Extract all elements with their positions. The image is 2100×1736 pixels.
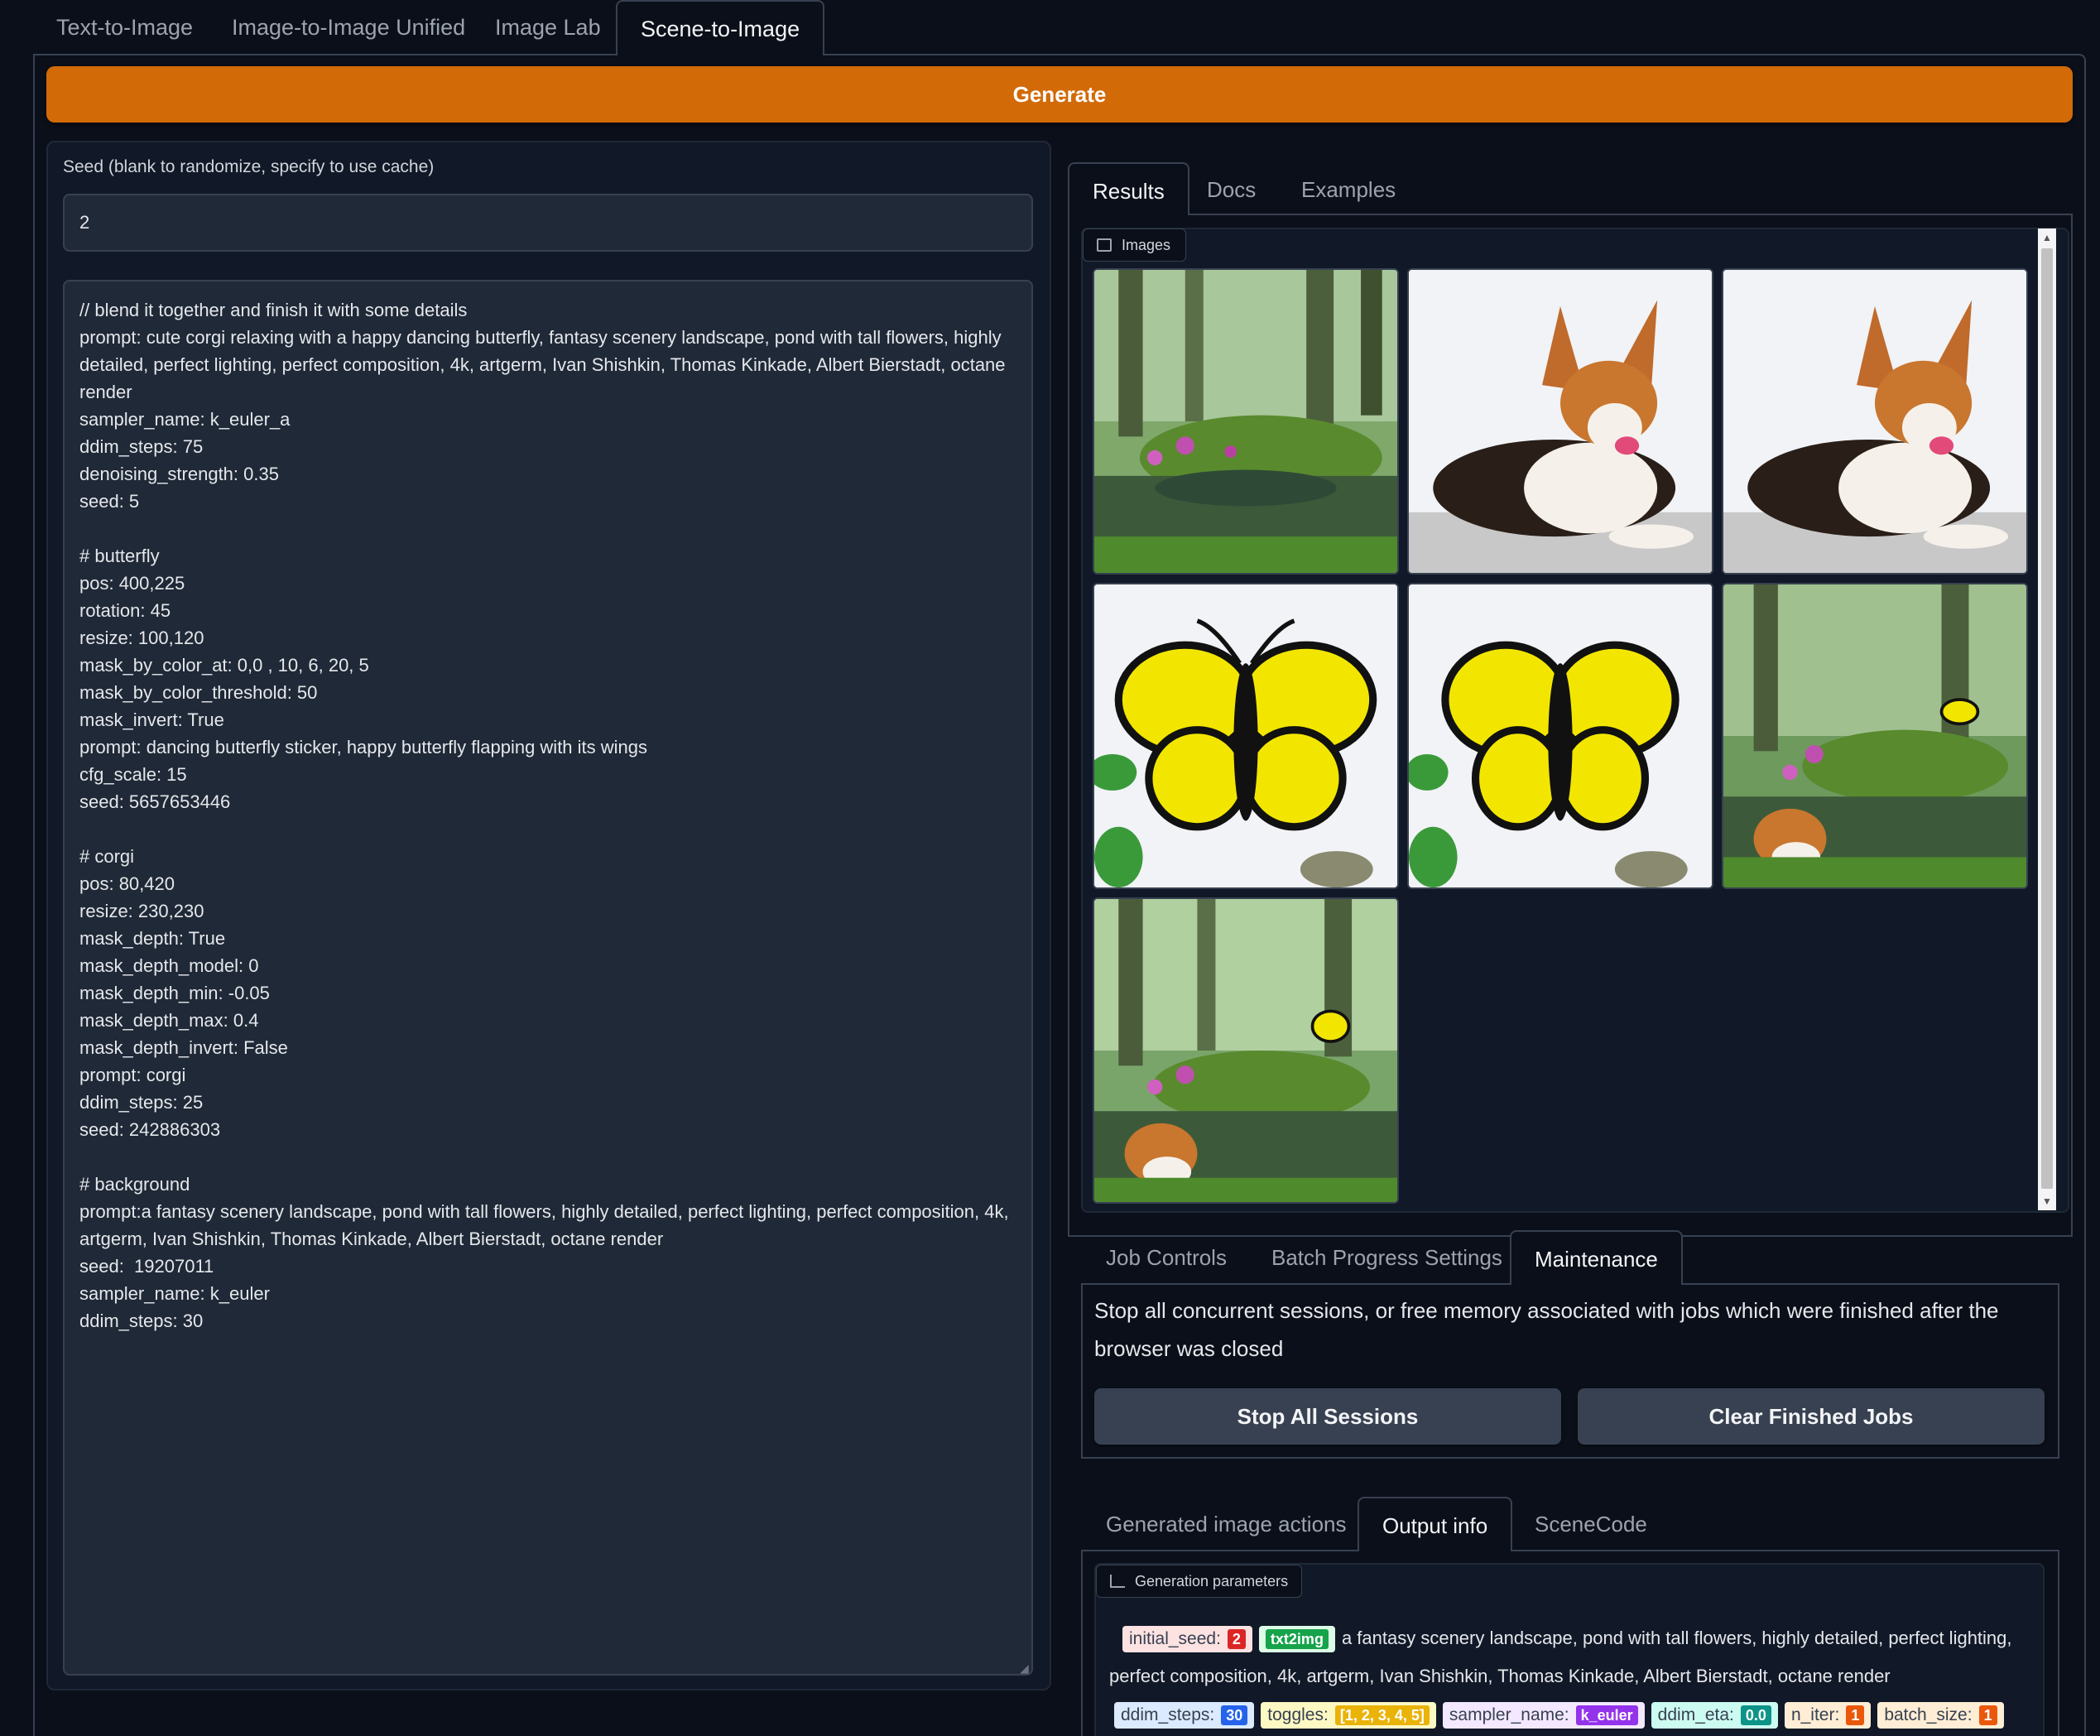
maintenance-description: Stop all concurrent sessions, or free me… (1094, 1298, 1999, 1361)
scroll-down-icon[interactable]: ▼ (2040, 1194, 2054, 1209)
stop-all-sessions-button[interactable]: Stop All Sessions (1094, 1388, 1561, 1445)
gallery-image-butterfly[interactable] (1407, 583, 1713, 889)
tab-image-lab[interactable]: Image Lab (472, 0, 624, 55)
gallery-image-corgi[interactable] (1722, 268, 2028, 575)
param-chip-initial-seed: initial_seed: 2 (1122, 1626, 1252, 1652)
tab-scenecode[interactable]: SceneCode (1511, 1497, 1670, 1551)
generation-parameters-content: initial_seed: 2 txt2img a fantasy scenery l… (1109, 1619, 2032, 1734)
gallery-image-butterfly[interactable] (1093, 583, 1399, 889)
gallery-image-composite-scene[interactable] (1722, 583, 2028, 889)
param-chip-batch-size: batch_size: 1 (1877, 1702, 2004, 1729)
gallery-image-corgi[interactable] (1407, 268, 1713, 575)
param-chip-toggles: toggles: [1, 2, 3, 4, 5] (1261, 1702, 1436, 1729)
param-chip-ddim-eta: ddim_eta: 0.0 (1651, 1702, 1778, 1729)
image-icon (1097, 238, 1112, 252)
param-chip-n-iter: n_iter: 1 (1784, 1702, 1872, 1729)
seed-label: Seed (blank to randomize, specify to use… (63, 157, 435, 176)
scroll-up-icon[interactable]: ▲ (2040, 230, 2054, 245)
chart-icon (1110, 1575, 1125, 1588)
tab-results[interactable]: Results (1068, 162, 1189, 215)
seed-input[interactable]: 2 (63, 194, 1033, 252)
tab-examples[interactable]: Examples (1278, 162, 1419, 217)
scene-script-textarea[interactable]: // blend it together and finish it with … (63, 280, 1033, 1676)
images-label: Images (1083, 228, 1187, 262)
param-chip-mode: txt2img (1258, 1626, 1335, 1652)
tab-maintenance[interactable]: Maintenance (1510, 1230, 1683, 1285)
clear-finished-jobs-button[interactable]: Clear Finished Jobs (1578, 1388, 2045, 1445)
tab-generated-image-actions[interactable]: Generated image actions (1083, 1497, 1370, 1551)
param-chip-ddim-steps: ddim_steps: 30 (1114, 1702, 1255, 1729)
tab-scene-to-image[interactable]: Scene-to-Image (616, 0, 825, 55)
resize-handle-icon[interactable]: ◢ (1020, 1662, 1031, 1674)
generate-button[interactable]: Generate (46, 66, 2073, 123)
tab-docs[interactable]: Docs (1184, 162, 1279, 217)
tab-output-info[interactable]: Output info (1358, 1497, 1513, 1551)
gallery-scrollbar-thumb[interactable] (2041, 248, 2053, 1189)
gallery-image-final-scene[interactable] (1093, 897, 1399, 1204)
tab-image-to-image-unified[interactable]: Image-to-Image Unified (209, 0, 488, 55)
param-chip-sampler: sampler_name: k_euler (1442, 1702, 1645, 1729)
generation-parameters-label: Generation parameters (1096, 1565, 1303, 1598)
tab-text-to-image[interactable]: Text-to-Image (33, 0, 216, 55)
gallery-image-forest-pond[interactable] (1093, 268, 1399, 575)
tab-batch-progress-settings[interactable]: Batch Progress Settings (1248, 1230, 1526, 1285)
tab-job-controls[interactable]: Job Controls (1083, 1230, 1250, 1285)
